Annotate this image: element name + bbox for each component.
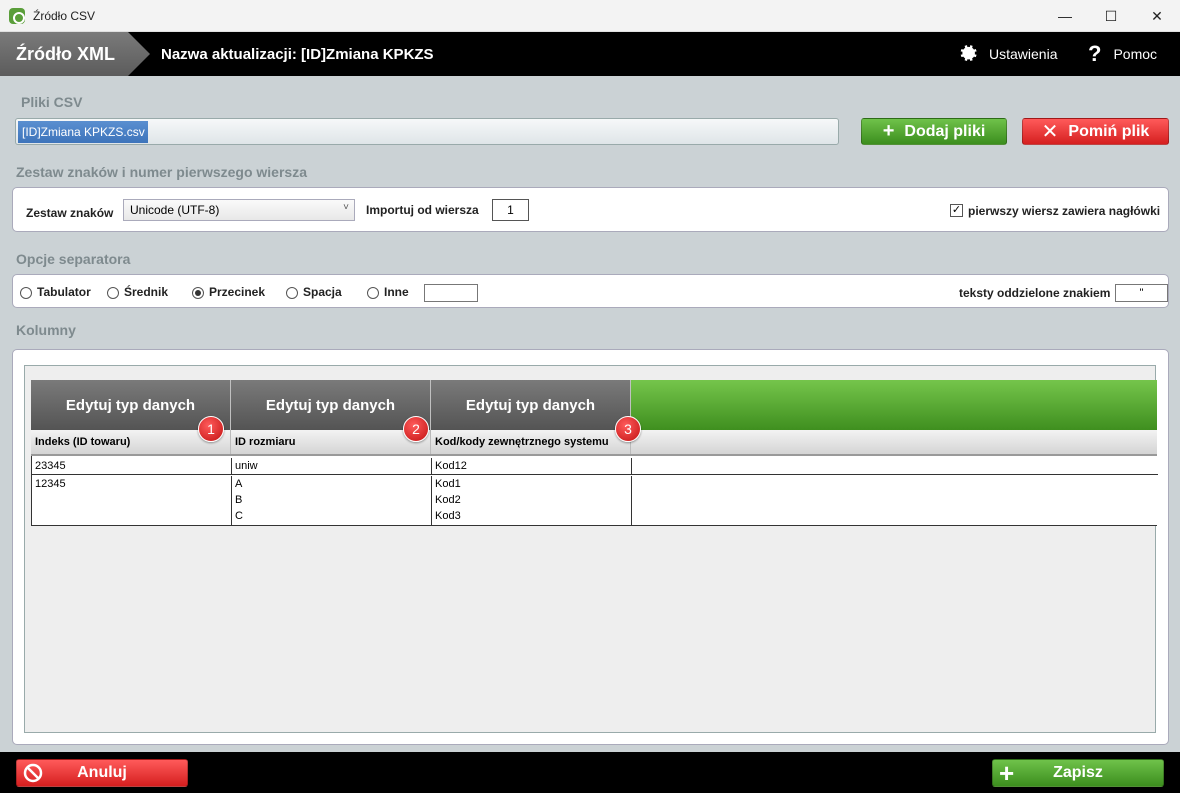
settings-button[interactable]: Ustawienia	[957, 32, 1057, 76]
window-title: Źródło CSV	[33, 8, 96, 23]
radio-space-label: Spacja	[303, 285, 342, 299]
window-controls: — ☐ ✕	[1042, 0, 1180, 32]
edit-type-button-2[interactable]: Edytuj typ danych	[231, 380, 431, 430]
header-row-checkbox[interactable]: ✓	[950, 204, 963, 217]
column-header-3[interactable]: Kod/kody zewnętrznego systemu	[431, 430, 631, 454]
radio-comma-label: Przecinek	[209, 285, 266, 299]
radio-tab-label: Tabulator	[37, 285, 91, 299]
column-badge-1: 1	[198, 416, 224, 442]
files-section-title: Pliki CSV	[21, 94, 83, 110]
radio-other[interactable]	[367, 287, 379, 299]
save-button[interactable]: + Zapisz	[992, 758, 1164, 788]
column-header-2[interactable]: ID rozmiaru	[231, 430, 431, 454]
import-from-input[interactable]: 1	[492, 199, 529, 221]
table-cell: Kod12	[432, 458, 632, 475]
add-files-button[interactable]: + Dodaj pliki	[861, 118, 1007, 145]
help-label: Pomoc	[1113, 46, 1158, 62]
radio-semicolon[interactable]	[107, 287, 119, 299]
plus-icon: +	[882, 120, 895, 142]
columns-preview: Edytuj typ danych Edytuj typ danych Edyt…	[24, 365, 1158, 733]
table-cell: A B C	[232, 476, 432, 525]
other-separator-input[interactable]	[424, 284, 478, 302]
question-icon: ?	[1088, 41, 1102, 66]
charset-panel: Zestaw znaków Unicode (UTF-8) ˅ Importuj…	[12, 187, 1169, 232]
table-row: 12345 A B C Kod1 Kod2 Kod3	[32, 475, 1158, 525]
data-grid: 23345 uniw Kod12 12345 A B C Kod1 Kod2 K…	[31, 456, 1158, 526]
charset-label: Zestaw znaków	[26, 206, 114, 220]
table-cell: uniw	[232, 458, 432, 475]
help-button[interactable]: ? Pomoc	[1088, 32, 1157, 76]
edit-type-button-3[interactable]: Edytuj typ danych	[431, 380, 631, 430]
plus-icon: +	[999, 758, 1015, 788]
settings-label: Ustawienia	[989, 46, 1058, 62]
cancel-label: Anuluj	[77, 764, 127, 781]
update-title: Nazwa aktualizacji: [ID]Zmiana KPKZS	[161, 45, 434, 63]
header-row-label: pierwszy wiersz zawiera nagłówki	[968, 204, 1161, 218]
chevron-down-icon: ˅	[343, 202, 349, 213]
table-cell: Kod1 Kod2 Kod3	[432, 476, 632, 525]
charset-section-title: Zestaw znaków i numer pierwszego wiersza	[16, 164, 307, 180]
radio-tab[interactable]	[20, 287, 32, 299]
column-badge-3: 3	[615, 416, 641, 442]
skip-file-button[interactable]: ✕ Pomiń plik	[1022, 118, 1169, 145]
window-titlebar: Źródło CSV — ☐ ✕	[0, 0, 1180, 32]
radio-space[interactable]	[286, 287, 298, 299]
selected-file[interactable]: [ID]Zmiana KPKZS.csv	[18, 121, 148, 143]
x-icon: ✕	[1041, 121, 1059, 143]
radio-semicolon-label: Średnik	[124, 285, 169, 299]
table-cell: 23345	[32, 458, 232, 475]
radio-other-label: Inne	[384, 285, 409, 299]
quote-char-label: teksty oddzielone znakiem	[959, 286, 1111, 300]
minimize-button[interactable]: —	[1042, 0, 1088, 32]
charset-value: Unicode (UTF-8)	[130, 203, 220, 217]
file-list[interactable]: [ID]Zmiana KPKZS.csv	[15, 118, 839, 145]
gear-icon	[960, 45, 977, 62]
source-tab[interactable]: Źródło XML	[0, 32, 150, 76]
no-entry-icon	[23, 763, 43, 783]
separator-panel: Tabulator Średnik Przecinek Spacja Inne …	[12, 274, 1169, 308]
separator-section-title: Opcje separatora	[16, 251, 131, 267]
columns-section-title: Kolumny	[16, 322, 76, 338]
app-header: Źródło XML Nazwa aktualizacji: [ID]Zmian…	[0, 32, 1180, 76]
save-label: Zapisz	[1053, 764, 1103, 781]
close-button[interactable]: ✕	[1134, 0, 1180, 32]
charset-select[interactable]: Unicode (UTF-8) ˅	[123, 199, 355, 221]
radio-comma[interactable]	[192, 287, 204, 299]
maximize-button[interactable]: ☐	[1088, 0, 1134, 32]
app-icon	[9, 7, 25, 24]
main-area: Pliki CSV [ID]Zmiana KPKZS.csv + Dodaj p…	[0, 76, 1180, 752]
cancel-button[interactable]: Anuluj	[16, 759, 188, 787]
quote-char-input[interactable]: "	[1115, 284, 1168, 302]
footer-bar: Anuluj + Zapisz	[0, 752, 1180, 793]
add-files-label: Dodaj pliki	[904, 122, 986, 140]
table-row: 23345 uniw Kod12	[32, 456, 1158, 475]
import-from-label: Importuj od wiersza	[366, 203, 479, 217]
column-badge-2: 2	[403, 416, 429, 442]
skip-file-label: Pomiń plik	[1068, 122, 1150, 140]
table-cell: 12345	[32, 476, 232, 525]
